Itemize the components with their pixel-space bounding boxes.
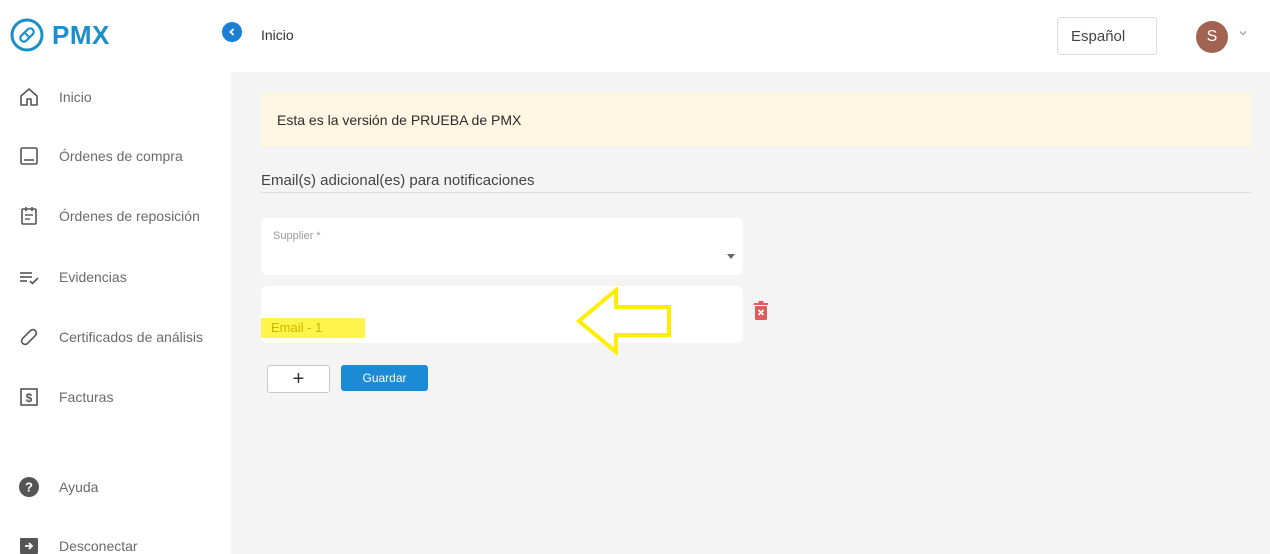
invoice-icon: $ bbox=[17, 385, 41, 409]
sidebar-item-label: Órdenes de reposición bbox=[59, 208, 200, 224]
sidebar: PMX Inicio Órdenes de compra Órdenes de … bbox=[0, 0, 231, 554]
book-icon bbox=[17, 144, 41, 168]
pmx-logo-icon bbox=[10, 18, 44, 52]
list-check-icon bbox=[17, 265, 41, 289]
sidebar-item-label: Órdenes de compra bbox=[59, 148, 183, 164]
main-content: Esta es la versión de PRUEBA de PMX Emai… bbox=[231, 72, 1270, 554]
add-email-button[interactable]: + bbox=[267, 365, 330, 393]
supplier-label: Supplier * bbox=[273, 230, 321, 242]
trash-icon bbox=[754, 301, 768, 320]
sidebar-item-label: Inicio bbox=[59, 89, 92, 105]
avatar[interactable]: S bbox=[1196, 21, 1228, 53]
test-version-banner: Esta es la versión de PRUEBA de PMX bbox=[261, 92, 1251, 147]
sidebar-item-ordenes-reposicion[interactable]: Órdenes de reposición bbox=[0, 196, 231, 236]
svg-text:$: $ bbox=[26, 391, 33, 405]
sidebar-item-label: Desconectar bbox=[59, 538, 138, 554]
annotation-arrow-icon bbox=[576, 287, 671, 355]
collapse-sidebar-button[interactable] bbox=[222, 22, 242, 42]
sidebar-item-inicio[interactable]: Inicio bbox=[0, 77, 231, 117]
svg-text:?: ? bbox=[25, 480, 33, 495]
page-title: Inicio bbox=[261, 27, 294, 43]
supplier-select[interactable]: Supplier * bbox=[261, 218, 743, 275]
help-icon: ? bbox=[17, 475, 41, 499]
caret-down-icon bbox=[727, 254, 735, 259]
sidebar-item-desconectar[interactable]: Desconectar bbox=[0, 526, 231, 554]
brand-logo[interactable]: PMX bbox=[10, 18, 110, 52]
calendar-icon bbox=[17, 204, 41, 228]
sidebar-item-label: Ayuda bbox=[59, 479, 99, 495]
link-icon bbox=[17, 325, 41, 349]
section-divider bbox=[261, 192, 1251, 193]
section-title: Email(s) adicional(es) para notificacion… bbox=[261, 172, 535, 189]
sidebar-item-label: Evidencias bbox=[59, 269, 127, 285]
sidebar-item-label: Certificados de análisis bbox=[59, 329, 203, 345]
sidebar-item-certificados[interactable]: Certificados de análisis bbox=[0, 317, 231, 357]
home-icon bbox=[17, 85, 41, 109]
language-selector[interactable]: Español bbox=[1057, 17, 1157, 55]
chevron-left-icon bbox=[229, 28, 235, 36]
delete-email-button[interactable] bbox=[753, 301, 769, 326]
sidebar-item-ayuda[interactable]: ? Ayuda bbox=[0, 467, 231, 507]
sidebar-item-evidencias[interactable]: Evidencias bbox=[0, 257, 231, 297]
topbar: Inicio Español S bbox=[231, 0, 1270, 72]
logout-icon bbox=[17, 534, 41, 554]
email-placeholder: Email - 1 bbox=[261, 318, 365, 338]
chevron-down-icon[interactable] bbox=[1238, 28, 1248, 38]
save-button[interactable]: Guardar bbox=[341, 365, 428, 391]
sidebar-item-ordenes-compra[interactable]: Órdenes de compra bbox=[0, 136, 231, 176]
sidebar-item-label: Facturas bbox=[59, 389, 114, 405]
sidebar-item-facturas[interactable]: $ Facturas bbox=[0, 377, 231, 417]
brand-name: PMX bbox=[52, 19, 110, 50]
